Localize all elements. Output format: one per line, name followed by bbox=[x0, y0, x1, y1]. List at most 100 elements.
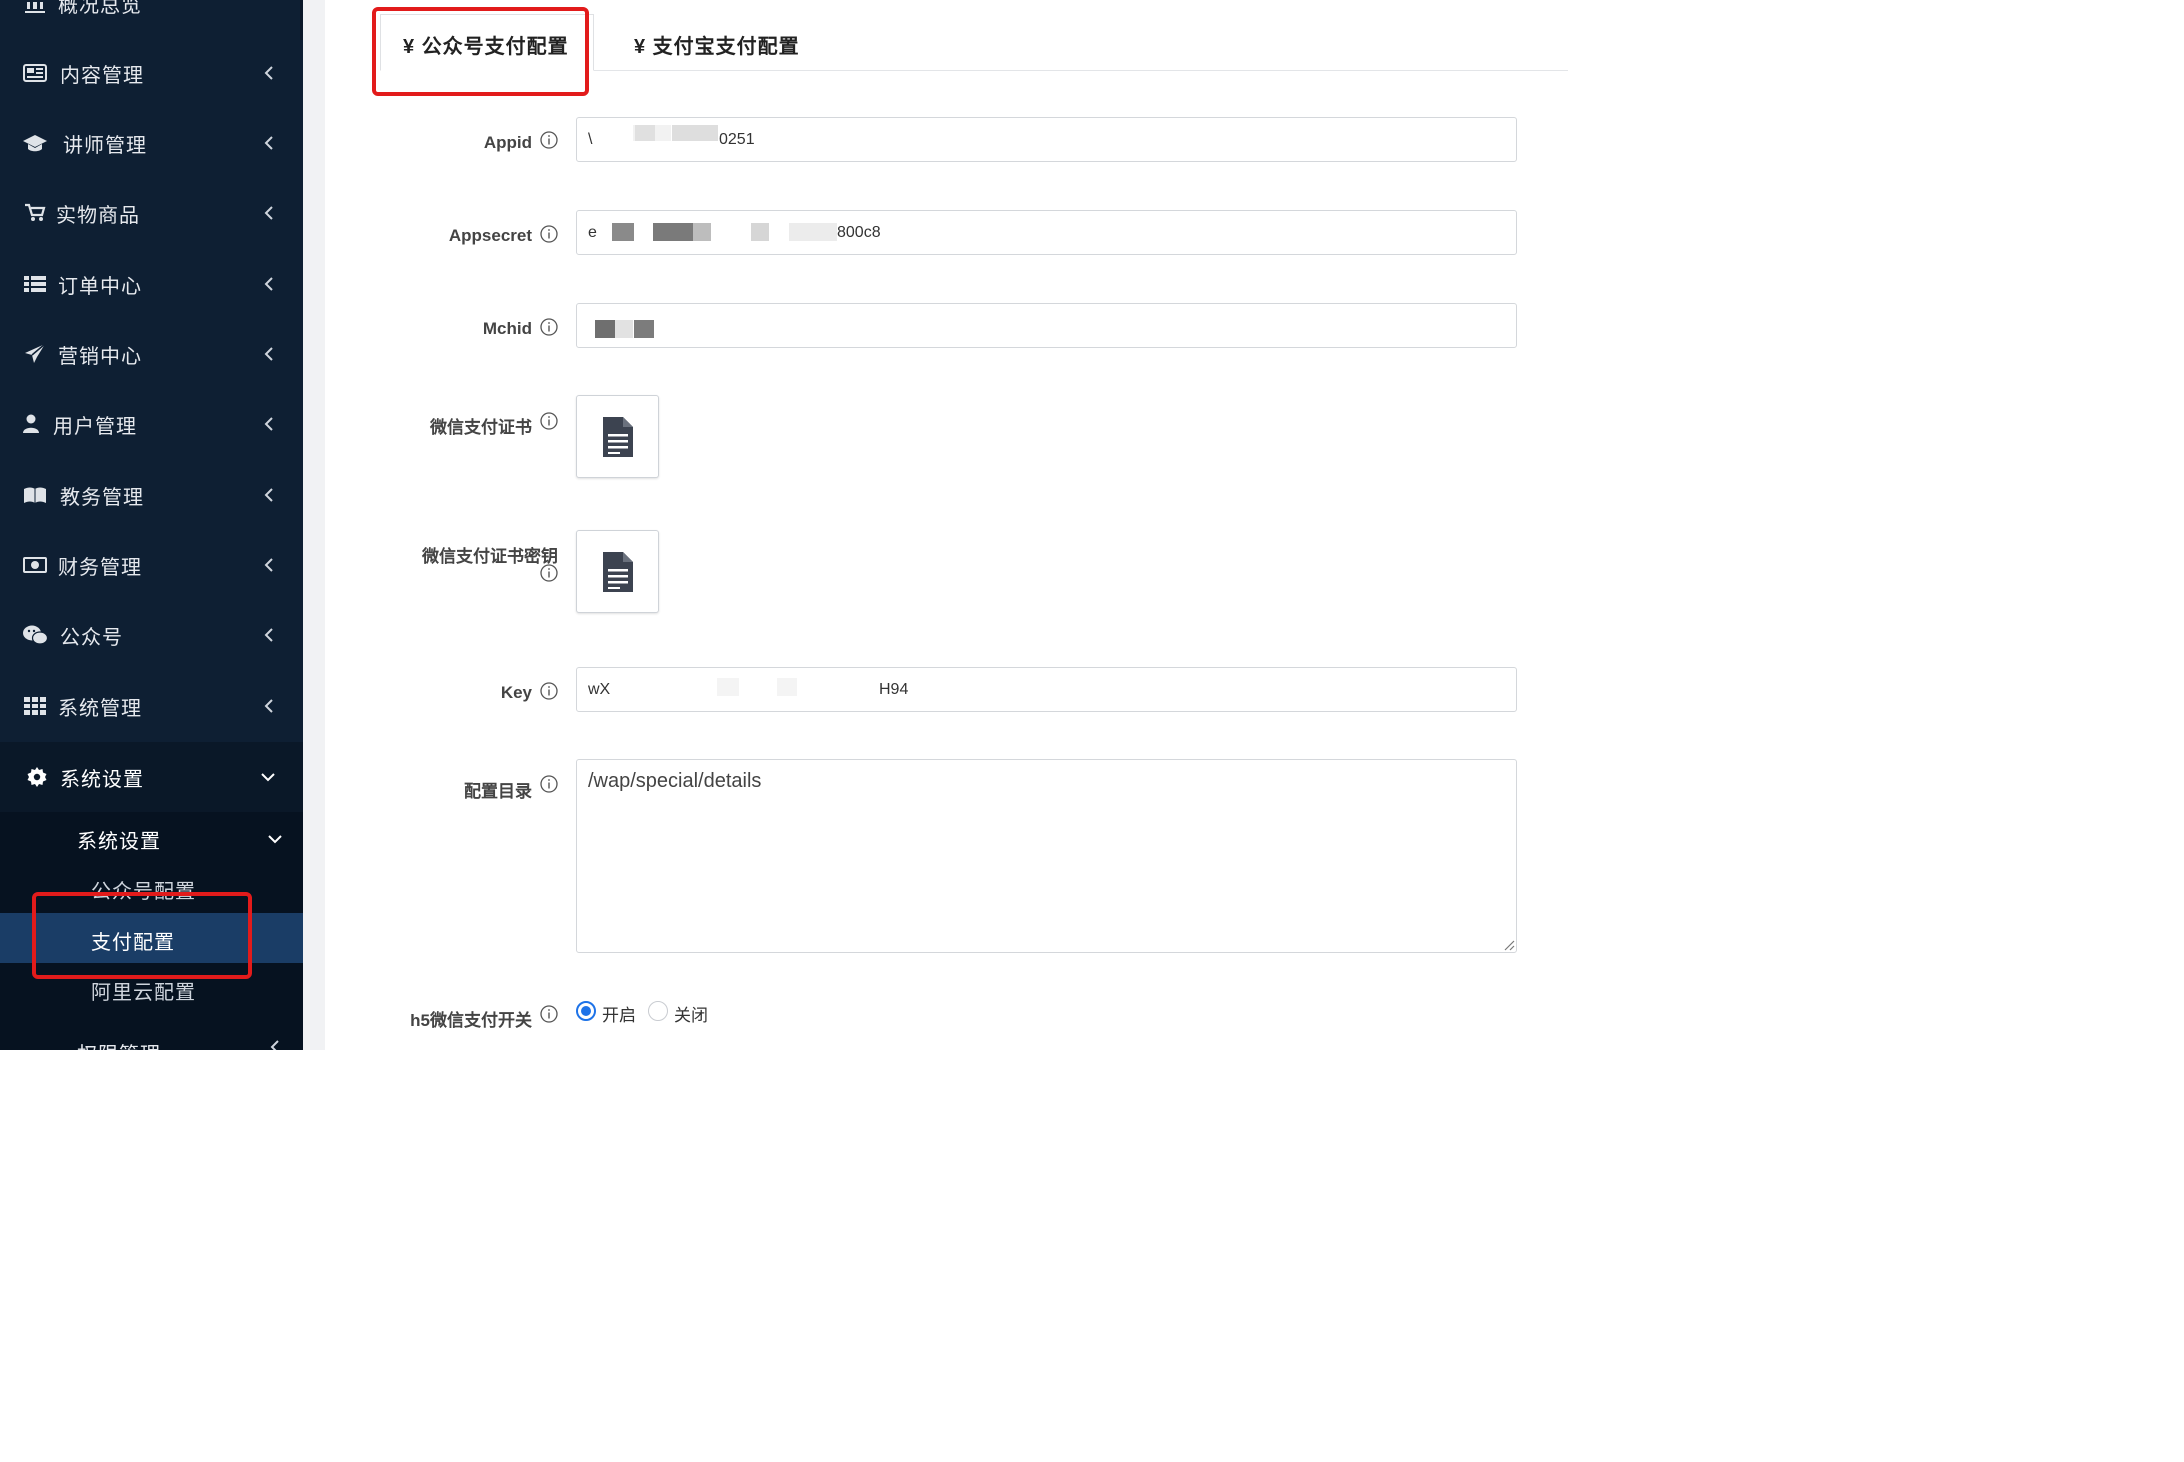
key-value-end: H94 bbox=[879, 680, 909, 698]
appsecret-value-start: e bbox=[588, 223, 597, 241]
appid-value-start: \ bbox=[588, 130, 593, 148]
sidebar-item-label: 系统设置 bbox=[60, 768, 144, 791]
appid-value-end: 0251 bbox=[719, 130, 755, 148]
cert-label: 微信支付证书 bbox=[430, 418, 532, 437]
info-icon[interactable] bbox=[540, 412, 558, 430]
tab-alipay[interactable]: ¥ 支付宝支付配置 bbox=[634, 30, 800, 59]
chevron-left-icon bbox=[262, 136, 276, 150]
sidebar-item-content[interactable]: 内容管理 bbox=[0, 38, 303, 108]
appsecret-input[interactable]: e 800c8 bbox=[576, 210, 1517, 255]
cart-icon bbox=[22, 200, 48, 226]
key-value-start: wX bbox=[588, 680, 611, 698]
submenu-item-wechat-config[interactable]: 公众号配置 bbox=[91, 875, 196, 904]
sidebar-item-settings[interactable]: 系统设置 bbox=[0, 742, 303, 812]
sidebar-item-marketing[interactable]: 营销中心 bbox=[0, 319, 303, 389]
tab-wechat-pay[interactable]: ¥ 公众号支付配置 bbox=[403, 30, 569, 59]
cert-key-upload-button[interactable] bbox=[576, 530, 659, 613]
sidebar-item-overview[interactable]: 概况总览 bbox=[0, 0, 303, 38]
blur-mask bbox=[777, 678, 797, 696]
sidebar-item-label: 财务管理 bbox=[58, 556, 142, 579]
key-label: Key bbox=[500, 683, 532, 702]
sidebar-item-users[interactable]: 用户管理 bbox=[0, 389, 303, 459]
config-dir-textarea[interactable]: /wap/special/details bbox=[576, 759, 1517, 953]
newspaper-icon bbox=[22, 60, 48, 86]
blur-mask bbox=[595, 320, 615, 338]
money-icon bbox=[22, 552, 48, 578]
chevron-left-icon bbox=[262, 558, 276, 572]
mchid-label: Mchid bbox=[482, 319, 532, 338]
key-input[interactable]: wX H94 bbox=[576, 667, 1517, 712]
sidebar-item-label: 讲师管理 bbox=[63, 134, 147, 157]
info-icon[interactable] bbox=[540, 775, 558, 793]
chevron-left-icon bbox=[262, 206, 276, 220]
sidebar-item-finance[interactable]: 财务管理 bbox=[0, 530, 303, 600]
blur-mask bbox=[751, 223, 769, 241]
h5-switch-label: h5微信支付开关 bbox=[410, 1011, 532, 1030]
blur-mask bbox=[672, 125, 718, 141]
submenu-title-settings[interactable]: 系统设置 bbox=[77, 825, 161, 854]
sidebar-item-orders[interactable]: 订单中心 bbox=[0, 249, 303, 319]
sidebar-item-label: 内容管理 bbox=[60, 64, 144, 87]
submenu-item-payment-config[interactable]: 支付配置 bbox=[91, 926, 175, 955]
h5-switch-off-radio[interactable] bbox=[648, 1001, 668, 1021]
chevron-left-icon bbox=[262, 277, 276, 291]
sidebar-item-goods[interactable]: 实物商品 bbox=[0, 178, 303, 248]
config-dir-label: 配置目录 bbox=[464, 782, 532, 801]
resize-handle-icon[interactable] bbox=[1503, 939, 1515, 951]
h5-switch-off-label[interactable]: 关闭 bbox=[674, 1001, 708, 1026]
h5-switch-on-label[interactable]: 开启 bbox=[602, 1001, 636, 1026]
cert-upload-button[interactable] bbox=[576, 395, 659, 478]
blur-mask bbox=[717, 678, 739, 696]
sidebar-item-wechat[interactable]: 公众号 bbox=[0, 600, 303, 670]
bank-icon bbox=[22, 0, 48, 16]
chevron-left-icon bbox=[262, 699, 276, 713]
graduation-cap-icon bbox=[22, 130, 48, 156]
list-icon bbox=[22, 271, 48, 297]
h5-switch-on-radio[interactable] bbox=[576, 1001, 596, 1021]
sidebar-item-label: 公众号 bbox=[60, 626, 123, 649]
sidebar-item-teachers[interactable]: 讲师管理 bbox=[0, 108, 303, 178]
sidebar: 概况总览 内容管理 讲师管理 实物商品 订单中心 营销中心 用户管理 教务管理 … bbox=[0, 0, 303, 1050]
info-icon[interactable] bbox=[540, 131, 558, 149]
sidebar-item-permissions[interactable]: 权限管理 bbox=[77, 1038, 161, 1050]
sidebar-item-label: 订单中心 bbox=[58, 275, 142, 298]
info-icon[interactable] bbox=[540, 1005, 558, 1023]
appsecret-value-end: 800c8 bbox=[837, 223, 881, 241]
sidebar-item-label: 用户管理 bbox=[53, 415, 137, 438]
chevron-left-icon bbox=[262, 66, 276, 80]
blur-mask bbox=[693, 223, 711, 241]
content-gutter bbox=[303, 0, 325, 1050]
chevron-left-icon bbox=[262, 347, 276, 361]
sidebar-item-label: 教务管理 bbox=[60, 486, 144, 509]
blur-mask bbox=[789, 223, 837, 241]
chevron-down-icon bbox=[261, 770, 275, 784]
mchid-input[interactable] bbox=[576, 303, 1517, 348]
blur-mask bbox=[635, 125, 655, 141]
chevron-down-icon bbox=[268, 831, 282, 849]
grid-icon bbox=[22, 693, 48, 719]
chevron-left-icon bbox=[262, 628, 276, 642]
sidebar-item-label: 营销中心 bbox=[58, 345, 142, 368]
submenu-item-aliyun-config[interactable]: 阿里云配置 bbox=[91, 976, 196, 1005]
cert-key-label: 微信支付证书密钥 bbox=[422, 547, 558, 566]
sidebar-item-system-admin[interactable]: 系统管理 bbox=[0, 671, 303, 741]
paper-plane-icon bbox=[22, 341, 48, 367]
book-icon bbox=[22, 482, 48, 508]
sidebar-item-label: 实物商品 bbox=[56, 204, 140, 227]
chevron-left-icon bbox=[262, 488, 276, 502]
blur-mask bbox=[653, 223, 693, 241]
appid-input[interactable]: \ 0251 bbox=[576, 117, 1517, 162]
blur-mask bbox=[612, 223, 634, 241]
sidebar-item-label: 概况总览 bbox=[58, 0, 142, 17]
info-icon[interactable] bbox=[540, 225, 558, 243]
sidebar-item-academic[interactable]: 教务管理 bbox=[0, 460, 303, 530]
chevron-left-icon bbox=[262, 417, 276, 431]
tabs-divider bbox=[594, 70, 1568, 71]
info-icon[interactable] bbox=[540, 682, 558, 700]
gear-icon bbox=[24, 764, 50, 790]
blur-mask bbox=[615, 320, 633, 338]
blur-mask bbox=[634, 320, 654, 338]
info-icon[interactable] bbox=[540, 318, 558, 336]
user-icon bbox=[18, 411, 44, 437]
info-icon[interactable] bbox=[540, 564, 558, 582]
